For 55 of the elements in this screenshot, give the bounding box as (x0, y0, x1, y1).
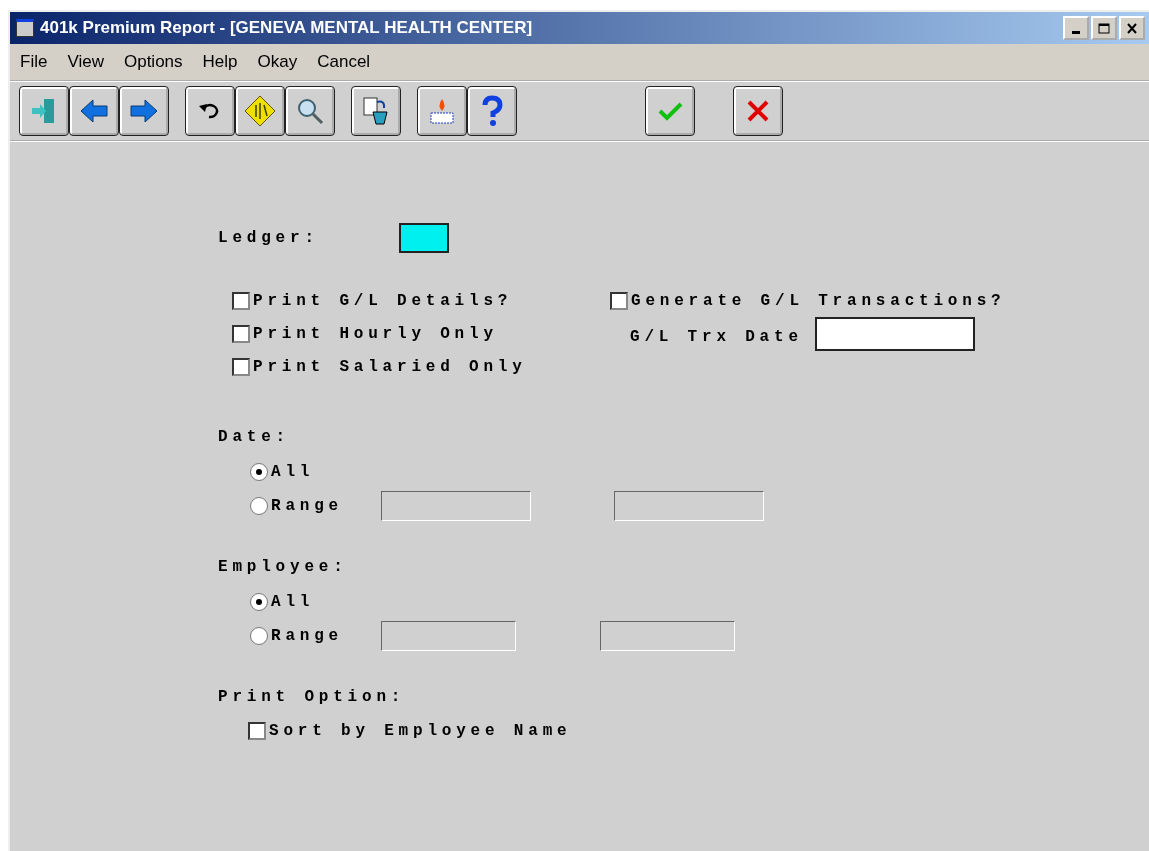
diamond-sign-icon (243, 94, 277, 128)
toolbar-button[interactable] (236, 87, 284, 135)
ledger-label: Ledger: (218, 229, 319, 247)
section-label: Print Option: (218, 688, 407, 708)
checkbox[interactable] (232, 325, 250, 343)
checkbox-label: Print Hourly Only (253, 325, 498, 343)
menu-item[interactable]: View (67, 52, 104, 72)
checkbox-label: Generate G/L Transactions? (631, 292, 1006, 310)
radio-label: Range (271, 497, 344, 515)
trx-date-field[interactable] (814, 317, 975, 351)
document-copy-icon (361, 96, 391, 126)
right-arrow-icon (129, 96, 159, 126)
window-title: 401k Premium Report - [GENEVA MENTAL HEALTH CENTER] (40, 18, 534, 38)
checkbox[interactable] (232, 292, 250, 310)
search-icon (295, 96, 325, 126)
toolbar-button[interactable] (352, 87, 400, 135)
left-arrow-icon (79, 96, 109, 126)
checkbox-label: Print Salaried Only (253, 358, 527, 376)
radio-label: All (271, 593, 316, 611)
close-icon (1126, 22, 1138, 34)
menu-item[interactable]: File (20, 52, 48, 72)
toolbar-button[interactable] (70, 87, 118, 135)
checkbox-label: Print G/L Details? (253, 292, 513, 310)
radio-button[interactable] (250, 497, 268, 515)
range-from-field[interactable] (381, 491, 531, 521)
minimize-icon (1072, 30, 1080, 34)
range-to-field[interactable] (600, 621, 735, 651)
maximize-icon (1098, 22, 1110, 34)
menu-item[interactable]: Help (202, 52, 238, 72)
radio-button[interactable] (250, 463, 268, 481)
ledger-field[interactable] (398, 223, 449, 253)
checkbox[interactable] (232, 358, 250, 376)
close-button[interactable] (1119, 16, 1145, 40)
radio-label: Range (271, 627, 344, 645)
menu-item[interactable]: Options (123, 52, 183, 72)
checkbox-label: Sort by Employee Name (269, 722, 572, 740)
toolbar-button[interactable] (468, 87, 516, 135)
toolbar-button[interactable] (286, 87, 334, 135)
toolbar-button[interactable] (120, 87, 168, 135)
minimize-button[interactable] (1063, 16, 1089, 40)
section-label: Date: (218, 428, 291, 448)
toolbar-button[interactable] (186, 87, 234, 135)
range-from-field[interactable] (381, 621, 516, 651)
menu-item[interactable]: Cancel (317, 52, 371, 72)
section-label: Employee: (218, 558, 349, 578)
trx-date-label: G/L Trx Date (630, 328, 803, 346)
window-icon (16, 19, 34, 37)
maximize-button[interactable] (1091, 16, 1117, 40)
radio-label: All (271, 463, 316, 481)
checkbox[interactable] (248, 722, 266, 740)
checkbox[interactable] (610, 292, 628, 310)
radio-button[interactable] (250, 593, 268, 611)
menu-item[interactable]: Okay (257, 52, 298, 72)
range-to-field[interactable] (614, 491, 764, 521)
radio-button[interactable] (250, 627, 268, 645)
